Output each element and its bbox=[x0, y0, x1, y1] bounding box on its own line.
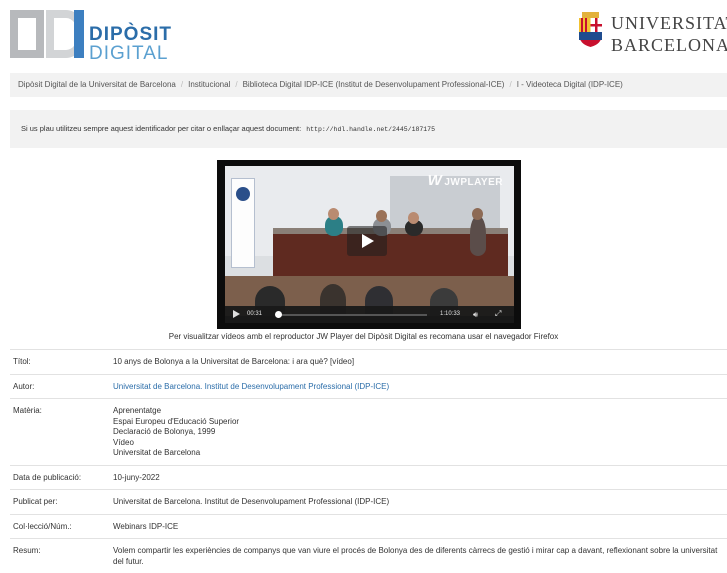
handle-url[interactable]: http://hdl.handle.net/2445/187175 bbox=[306, 126, 435, 133]
video-scene-banner bbox=[231, 178, 255, 268]
play-pause-icon[interactable] bbox=[233, 310, 240, 318]
university-name: UNIVERSITATDE BARCELONA bbox=[611, 14, 727, 54]
duration-time: 1:10:33 bbox=[440, 311, 461, 317]
table-row: Col·lecció/Núm.: Webinars IDP-ICE bbox=[10, 513, 727, 539]
player-controls: 00:31 1:10:33 🔊︎ ⤢ bbox=[225, 306, 514, 323]
breadcrumb-separator: / bbox=[180, 80, 184, 89]
abstract-label: Resum: bbox=[13, 546, 41, 555]
breadcrumb-item-institucional[interactable]: Institucional bbox=[188, 80, 230, 89]
breadcrumb-item-biblioteca[interactable]: Biblioteca Digital IDP-ICE (Institut de … bbox=[243, 80, 505, 89]
university-logo[interactable]: UNIVERSITATDE BARCELONA bbox=[577, 12, 727, 54]
table-row: Publicat per: Universitat de Barcelona. … bbox=[10, 489, 727, 514]
video-player[interactable]: W JWPLAYER 00:31 1:10:33 🔊︎ ⤢ bbox=[217, 160, 521, 329]
jwplayer-brand: JWPLAYER bbox=[444, 177, 503, 188]
collection-value: Webinars IDP-ICE bbox=[113, 521, 179, 531]
subject-item: Universitat de Barcelona bbox=[113, 448, 201, 457]
metadata-table: Títol: 10 anys de Bolonya a la Universit… bbox=[10, 349, 727, 573]
handle-notice: Si us plau utilitzeu sempre aquest ident… bbox=[10, 110, 727, 148]
subject-item: Aprenentatge bbox=[113, 406, 162, 415]
abstract-value: Volem compartir les experiències de comp… bbox=[113, 546, 718, 566]
table-row: Autor: Universitat de Barcelona. Institu… bbox=[10, 373, 727, 399]
fullscreen-icon[interactable]: ⤢ bbox=[495, 309, 501, 319]
breadcrumb-item-videoteca[interactable]: I - Videoteca Digital (IDP-ICE) bbox=[517, 80, 623, 89]
subject-item: Vídeo bbox=[113, 437, 134, 447]
jwplayer-logo[interactable]: W JWPLAYER bbox=[428, 172, 503, 189]
title-label: Títol: bbox=[13, 357, 31, 366]
date-value: 10-juny-2022 bbox=[113, 472, 160, 482]
publisher-value: Universitat de Barcelona. Institut de De… bbox=[113, 497, 390, 506]
handle-text: Si us plau utilitzeu sempre aquest ident… bbox=[21, 124, 302, 133]
subject-list: Aprenentatge Espai Europeu d'Educació Su… bbox=[113, 406, 727, 459]
collection-label: Col·lecció/Núm.: bbox=[13, 521, 72, 531]
seek-bar[interactable] bbox=[277, 314, 427, 316]
breadcrumb: Dipòsit Digital de la Universitat de Bar… bbox=[10, 73, 727, 97]
subject-item: Espai Europeu d'Educació Superior bbox=[113, 416, 240, 426]
table-row: Títol: 10 anys de Bolonya a la Universit… bbox=[10, 349, 727, 374]
subject-item: Declaració de Bolonya, 1999 bbox=[113, 427, 216, 436]
university-line-1: UNIVERSITAT bbox=[611, 13, 727, 33]
elapsed-time: 00:31 bbox=[247, 311, 263, 317]
publisher-label: Publicat per: bbox=[13, 497, 58, 506]
logo-line-1: DIPÒSIT bbox=[89, 24, 173, 45]
table-row: Resum: Volem compartir les experiències … bbox=[10, 538, 727, 573]
breadcrumb-separator: / bbox=[509, 80, 512, 89]
title-value: 10 anys de Bolonya a la Universitat de B… bbox=[113, 357, 355, 366]
diposit-digital-wordmark[interactable]: DIPÒSIT DIGITAL bbox=[89, 25, 172, 63]
breadcrumb-separator: / bbox=[235, 80, 238, 89]
subject-label: Matèria: bbox=[13, 406, 42, 415]
site-header: DIPÒSIT DIGITAL UNIVERSITATDE BARCELONA bbox=[0, 0, 727, 70]
author-link[interactable]: Universitat de Barcelona. Institut de De… bbox=[113, 382, 389, 391]
diposit-digital-logo-icon[interactable] bbox=[10, 10, 84, 58]
volume-icon[interactable]: 🔊︎ bbox=[473, 310, 478, 320]
date-label: Data de publicació: bbox=[13, 472, 82, 482]
table-row: Data de publicació: 10-juny-2022 bbox=[10, 464, 727, 490]
seek-handle[interactable] bbox=[274, 311, 282, 318]
university-line-2: BARCELONA bbox=[611, 35, 727, 55]
player-note: Per visualitzar vídeos amb el reproducto… bbox=[168, 332, 559, 341]
table-row: Matèria: Aprenentatge Espai Europeu d'Ed… bbox=[10, 398, 727, 465]
university-shield-icon bbox=[579, 12, 602, 47]
author-label: Autor: bbox=[13, 381, 35, 391]
play-button[interactable] bbox=[347, 226, 387, 256]
breadcrumb-item-home[interactable]: Dipòsit Digital de la Universitat de Bar… bbox=[18, 80, 176, 89]
logo-line-2: DIGITAL bbox=[89, 43, 169, 64]
